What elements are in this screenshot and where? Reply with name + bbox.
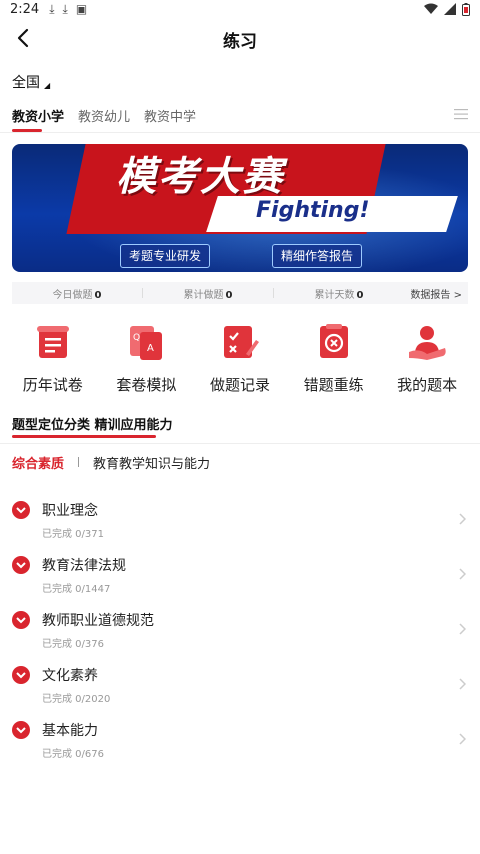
feature-label: 做题记录 xyxy=(209,376,270,394)
feature-past-papers[interactable]: 历年试卷 xyxy=(9,320,97,404)
battery-icon xyxy=(462,2,470,16)
region-label: 全国 xyxy=(12,75,40,91)
wifi-icon xyxy=(424,3,438,14)
expand-chevron-badge-icon xyxy=(12,556,30,574)
section-title: 题型定位分类 精训应用能力 xyxy=(12,418,173,433)
stat-today-label: 今日做题 xyxy=(52,289,93,301)
tab-kindergarten[interactable]: 教资幼儿 xyxy=(78,106,130,130)
tab-primary-school[interactable]: 教资小学 xyxy=(12,106,64,132)
item-name: 教育法律法规 xyxy=(42,558,126,574)
item-progress: 已完成 0/376 xyxy=(42,639,104,650)
my-book-hand-icon xyxy=(409,326,446,360)
data-report-link[interactable]: 数据报告 > xyxy=(404,286,468,301)
signal-icon xyxy=(444,3,456,15)
chevron-right-icon xyxy=(459,733,466,745)
app-notification-icon: ▣ xyxy=(75,2,88,16)
item-name: 职业理念 xyxy=(42,503,98,519)
expand-chevron-badge-icon xyxy=(12,501,30,519)
expand-chevron-badge-icon xyxy=(12,721,30,739)
banner-slogan: Fighting! xyxy=(256,198,370,223)
list-item[interactable]: 文化素养 已完成 0/2020 xyxy=(0,661,480,716)
top-navbar: 练习 xyxy=(0,22,480,56)
banner-headline: 模考大赛 xyxy=(116,154,284,200)
tab-separator xyxy=(78,457,80,467)
feature-label: 错题重练 xyxy=(303,376,364,394)
tab-comprehensive-quality[interactable]: 综合素质 xyxy=(12,453,64,472)
section-underline xyxy=(12,435,156,438)
item-name: 基本能力 xyxy=(42,723,98,739)
feature-records[interactable]: 做题记录 xyxy=(196,320,284,404)
wrong-question-icon xyxy=(319,324,348,358)
list-item[interactable]: 教育法律法规 已完成 0/1447 xyxy=(0,551,480,606)
stat-days-value: 0 xyxy=(356,289,364,301)
stats-bar: 今日做题 0 累计做题 0 累计天数 0 数据报告 > xyxy=(12,282,468,304)
promo-banner[interactable]: 模考大赛 Fighting! 考题专业研发 精细作答报告 xyxy=(12,144,468,272)
stat-days-label: 累计天数 xyxy=(314,289,355,301)
download-icon: ⤓ xyxy=(49,1,55,16)
dropdown-triangle-icon: ◢ xyxy=(44,80,51,90)
download-icon-2: ⤓ xyxy=(62,1,68,16)
status-time: 2:24 xyxy=(10,1,40,17)
item-progress: 已完成 0/676 xyxy=(42,749,104,760)
banner-button-report: 精细作答报告 xyxy=(272,244,363,268)
list-item[interactable]: 基本能力 已完成 0/676 xyxy=(0,716,480,771)
list-item[interactable]: 职业理念 已完成 0/371 xyxy=(0,496,480,551)
feature-label: 套卷模拟 xyxy=(116,376,177,394)
svg-text:A: A xyxy=(147,343,154,354)
status-bar: 2:24 ⤓ ⤓ ▣ xyxy=(0,0,480,18)
item-name: 教师职业道德规范 xyxy=(42,613,154,629)
check-record-icon xyxy=(223,326,259,358)
expand-chevron-badge-icon xyxy=(12,611,30,629)
stat-days: 累计天数 0 xyxy=(274,286,404,301)
feature-mock-sets[interactable]: Q A 套卷模拟 xyxy=(102,320,190,404)
list-item[interactable]: 教师职业道德规范 已完成 0/376 xyxy=(0,606,480,661)
qa-cards-icon: Q A xyxy=(130,326,163,360)
scroll-paper-icon xyxy=(36,326,69,358)
divider xyxy=(0,132,480,133)
region-selector[interactable]: 全国 ◢ xyxy=(12,72,50,92)
stat-total: 累计做题 0 xyxy=(143,286,273,301)
feature-grid: 历年试卷 Q A 套卷模拟 做题记录 错题重练 我的题本 xyxy=(0,320,480,404)
chevron-right-icon xyxy=(459,678,466,690)
exam-type-tabs: 教资小学 教资幼儿 教资中学 xyxy=(12,106,196,132)
subject-tabs: 综合素质 教育教学知识与能力 xyxy=(12,452,210,472)
page-title: 练习 xyxy=(223,31,257,52)
divider xyxy=(0,443,480,444)
chapter-list: 职业理念 已完成 0/371 教育法律法规 已完成 0/1447 教师职业道德规… xyxy=(0,496,480,771)
back-arrow-icon[interactable] xyxy=(12,26,36,50)
feature-my-book[interactable]: 我的题本 xyxy=(383,320,471,404)
item-progress: 已完成 0/2020 xyxy=(42,694,111,705)
feature-label: 历年试卷 xyxy=(22,376,83,394)
tab-teaching-knowledge[interactable]: 教育教学知识与能力 xyxy=(93,453,210,472)
svg-text:Q: Q xyxy=(133,333,140,343)
tab-middle-school[interactable]: 教资中学 xyxy=(144,106,196,130)
item-name: 文化素养 xyxy=(42,668,98,684)
expand-chevron-badge-icon xyxy=(12,666,30,684)
stat-total-label: 累计做题 xyxy=(183,289,224,301)
item-progress: 已完成 0/371 xyxy=(42,529,104,540)
feature-label: 我的题本 xyxy=(397,376,458,394)
item-progress: 已完成 0/1447 xyxy=(42,584,111,595)
feature-retry-wrong[interactable]: 错题重练 xyxy=(290,320,378,404)
stat-total-value: 0 xyxy=(225,289,233,301)
chevron-right-icon xyxy=(459,568,466,580)
chevron-right-icon xyxy=(459,513,466,525)
chevron-right-icon xyxy=(459,623,466,635)
menu-lines-icon[interactable] xyxy=(454,107,468,121)
banner-button-research: 考题专业研发 xyxy=(120,244,211,268)
stat-today-value: 0 xyxy=(94,289,102,301)
stat-today: 今日做题 0 xyxy=(12,286,142,301)
